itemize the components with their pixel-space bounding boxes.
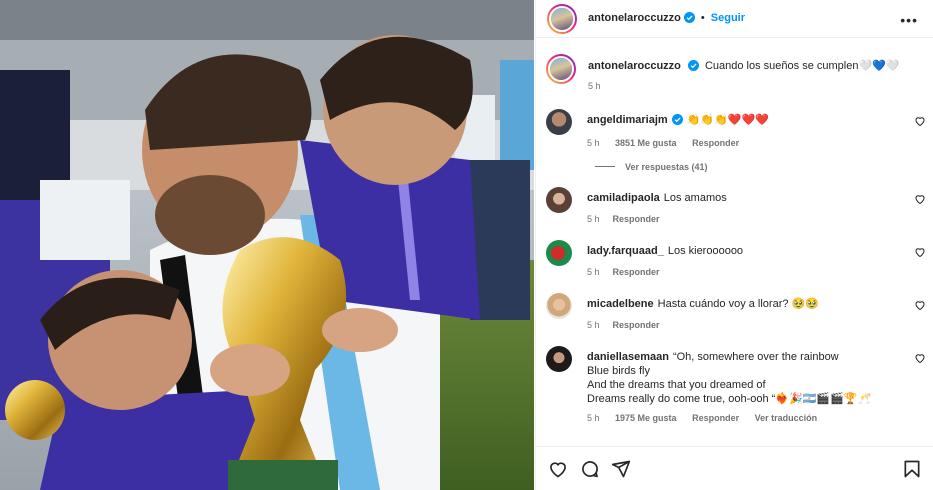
view-replies-button[interactable]: Ver respuestas (41) xyxy=(595,162,907,172)
comment-item: camiladipaola Los amamos 5 h Responder xyxy=(546,187,926,231)
more-options-icon[interactable]: ••• xyxy=(900,12,918,28)
comment-like-icon[interactable] xyxy=(914,299,926,314)
reply-button[interactable]: Responder xyxy=(692,413,739,423)
comment-like-icon[interactable] xyxy=(914,246,926,261)
post-sidebar: antonelaroccuzzo • Seguir ••• antonelarocc… xyxy=(535,0,933,490)
verified-badge-icon xyxy=(683,12,695,26)
separator-dot: • xyxy=(700,12,705,24)
commenter-avatar[interactable] xyxy=(546,240,572,266)
reply-button[interactable]: Responder xyxy=(613,267,660,277)
comment-time: 5 h xyxy=(587,138,600,148)
caption-username[interactable]: antonelaroccuzzo xyxy=(588,60,681,72)
author-line: antonelaroccuzzo • Seguir xyxy=(588,12,745,26)
verified-badge-icon xyxy=(671,114,683,129)
comment-like-icon[interactable] xyxy=(914,115,926,130)
author-username[interactable]: antonelaroccuzzo xyxy=(588,12,681,24)
follow-button[interactable]: Seguir xyxy=(711,12,745,24)
comment-username[interactable]: daniellasemaan xyxy=(587,351,669,363)
comment-time: 5 h xyxy=(587,413,600,423)
commenter-avatar[interactable] xyxy=(546,109,572,135)
comments-list[interactable]: antonelaroccuzzo Cuando los sueños se cu… xyxy=(536,39,933,444)
comment-username[interactable]: camiladipaola xyxy=(587,192,660,204)
instagram-post: antonelaroccuzzo • Seguir ••• antonelarocc… xyxy=(0,0,933,490)
share-icon[interactable] xyxy=(611,459,631,482)
comment-text-line: Blue birds fly xyxy=(587,365,650,377)
heart-icon[interactable] xyxy=(548,459,568,482)
commenter-avatar[interactable] xyxy=(546,346,572,372)
comment-text: Los kieroooooo xyxy=(667,245,744,257)
comment-text: 👏👏👏❤️❤️❤️ xyxy=(686,114,769,126)
comment-item: lady.farquaad_ Los kieroooooo 5 h Responde… xyxy=(546,240,926,284)
comment-text-line: And the dreams that you dreamed of xyxy=(587,379,766,391)
comment-username[interactable]: angeldimariajm xyxy=(587,114,668,126)
comment-likes[interactable]: 3851 Me gusta xyxy=(615,138,677,148)
post-header: antonelaroccuzzo • Seguir ••• xyxy=(536,0,933,38)
comment-text-line: “Oh, somewhere over the rainbow xyxy=(672,351,839,363)
caption-time: 5 h xyxy=(588,81,601,91)
comment-time: 5 h xyxy=(587,214,600,224)
comment-item: micadelbene Hasta cuándo voy a llorar? 🥹🥹… xyxy=(546,293,926,337)
comment-text: Los amamos xyxy=(663,192,727,204)
action-bar xyxy=(536,446,933,490)
verified-badge-icon xyxy=(687,60,699,75)
comment-like-icon[interactable] xyxy=(914,193,926,208)
comment-item: daniellasemaan “Oh, somewhere over the ra… xyxy=(546,346,926,444)
comment-username[interactable]: lady.farquaad_ xyxy=(587,245,664,257)
caption-text: Cuando los sueños se cumplen🤍💙🤍 xyxy=(704,60,900,72)
reply-button[interactable]: Responder xyxy=(613,214,660,224)
reply-button[interactable]: Responder xyxy=(692,138,739,148)
post-photo[interactable] xyxy=(0,0,534,490)
comment-likes[interactable]: 1975 Me gusta xyxy=(615,413,677,423)
caption: antonelaroccuzzo Cuando los sueños se cu… xyxy=(546,54,926,94)
comment-time: 5 h xyxy=(587,267,600,277)
author-avatar[interactable] xyxy=(547,4,577,34)
bookmark-icon[interactable] xyxy=(902,459,922,482)
comment-text-line: Dreams really do come true, ooh-ooh “❤️‍… xyxy=(587,393,872,405)
comment-text: Hasta cuándo voy a llorar? 🥹🥹 xyxy=(657,298,819,310)
comment-item: angeldimariajm 👏👏👏❤️❤️❤️ 5 h 3851 Me gust… xyxy=(546,109,926,179)
post-photo-illustration xyxy=(0,0,534,490)
commenter-avatar[interactable] xyxy=(546,293,572,319)
comment-username[interactable]: micadelbene xyxy=(587,298,654,310)
comment-time: 5 h xyxy=(587,320,600,330)
comment-icon[interactable] xyxy=(580,459,600,482)
commenter-avatar[interactable] xyxy=(546,187,572,213)
comment-like-icon[interactable] xyxy=(914,352,926,367)
reply-button[interactable]: Responder xyxy=(613,320,660,330)
caption-avatar[interactable] xyxy=(546,54,576,84)
translate-button[interactable]: Ver traducción xyxy=(755,413,818,423)
